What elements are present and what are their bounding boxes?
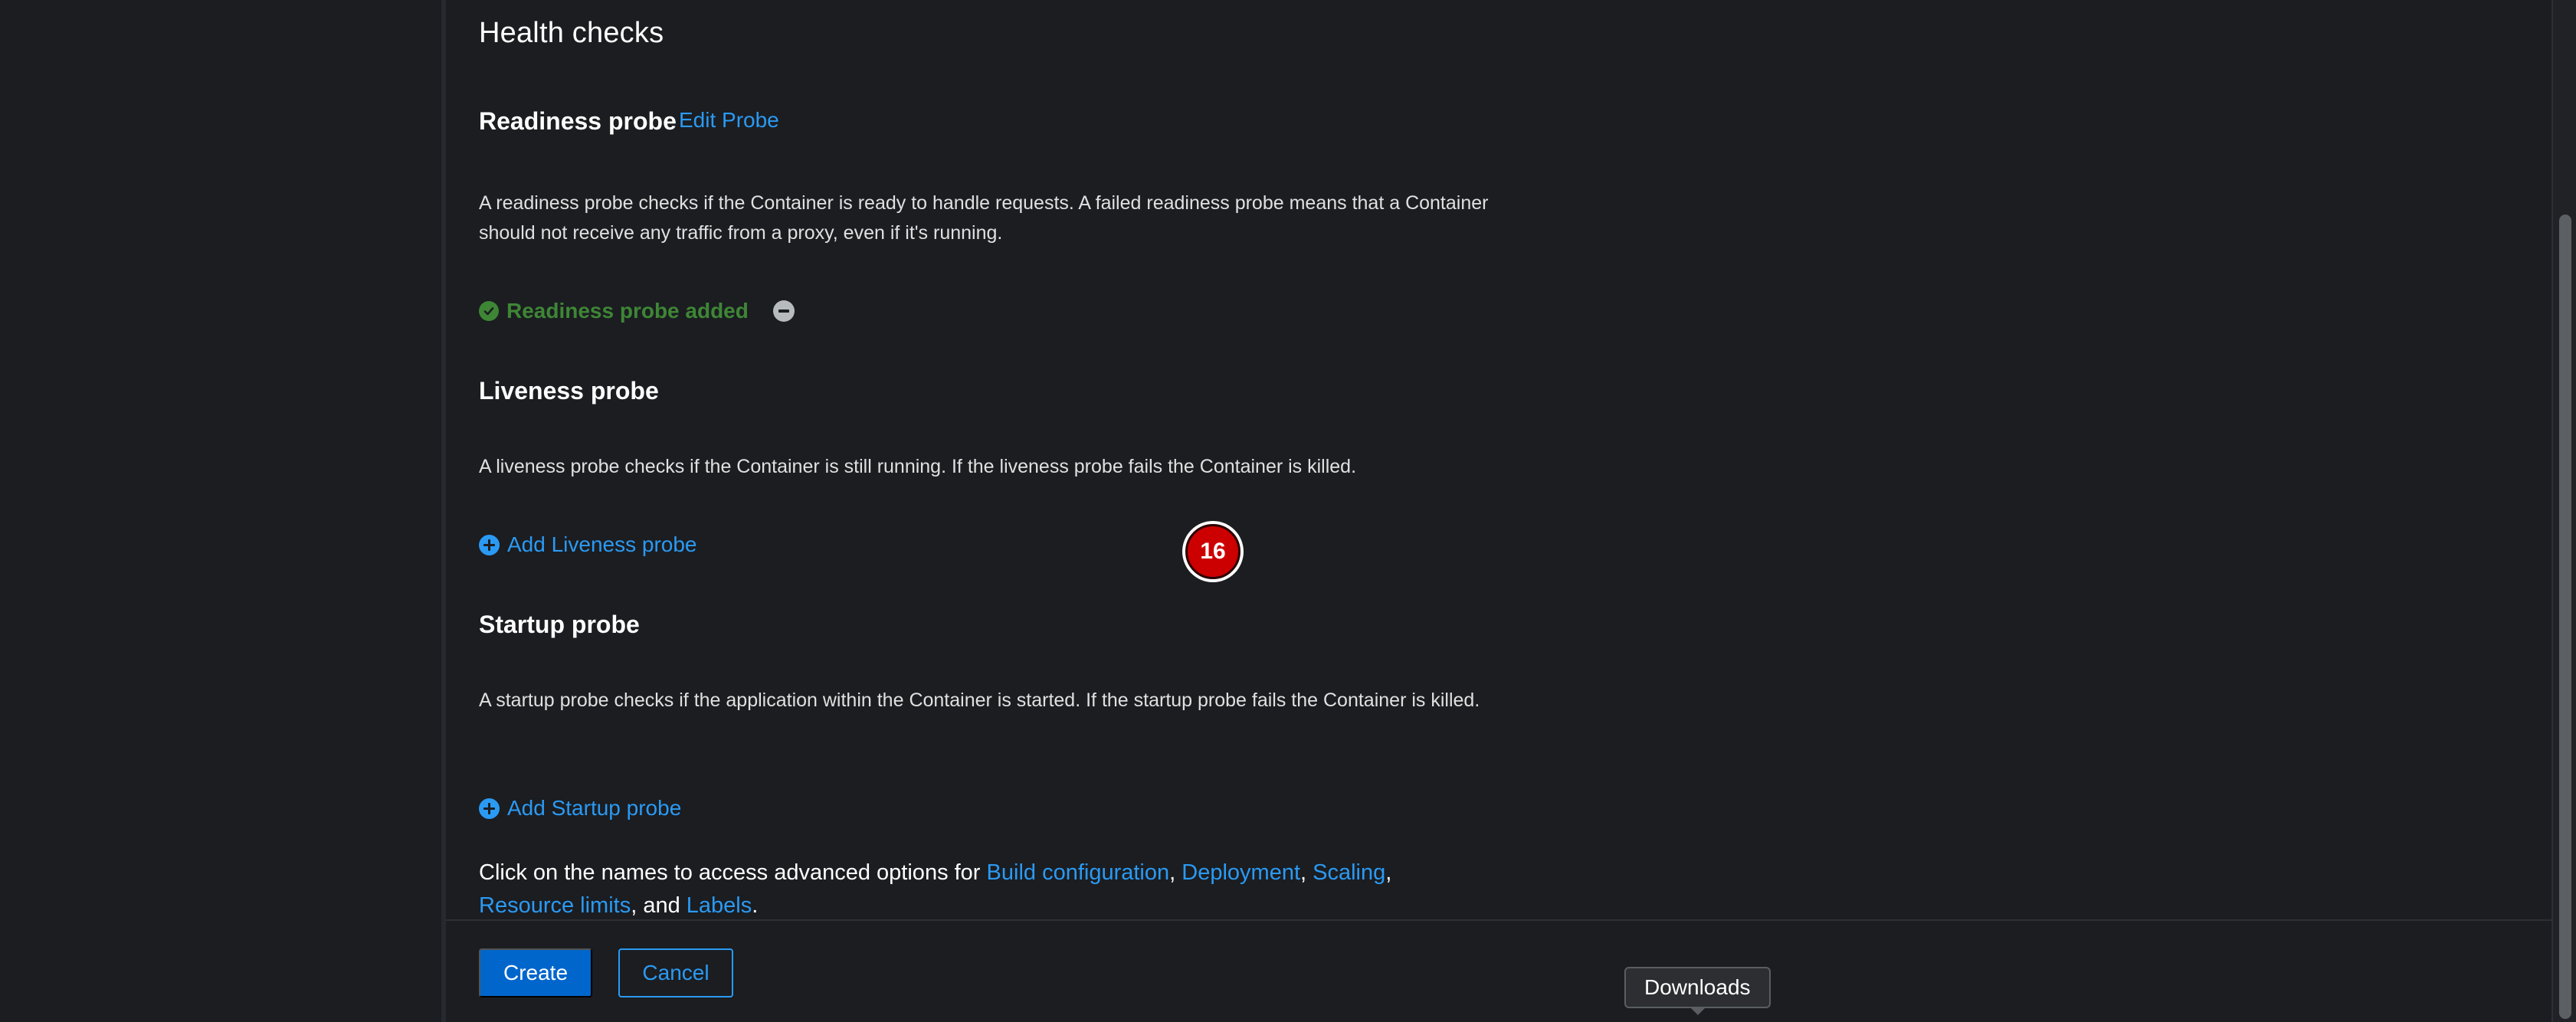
left-nav-gutter [0,0,441,1022]
liveness-probe-title: Liveness probe [479,377,659,405]
page: Health checks Readiness probe Edit Probe… [0,0,2576,1022]
readiness-probe-title: Readiness probe [479,107,677,135]
main-content: Health checks Readiness probe Edit Probe… [446,0,2551,1022]
scaling-link[interactable]: Scaling [1313,860,1385,885]
resource-limits-link[interactable]: Resource limits [479,893,631,918]
edit-probe-link[interactable]: Edit Probe [679,108,779,133]
separator: , and [631,893,687,918]
labels-link[interactable]: Labels [687,893,752,918]
tooltip-arrow [1690,1007,1706,1015]
separator: , [1385,860,1392,885]
startup-probe-description: A startup probe checks if the applicatio… [479,690,1480,711]
section-title: Health checks [479,17,664,49]
scrollbar-track[interactable] [2551,0,2576,1022]
cancel-button[interactable]: Cancel [618,948,733,997]
plus-circle-icon [479,798,500,819]
scrollbar-thumb[interactable] [2559,215,2571,1019]
add-liveness-probe-button[interactable]: Add Liveness probe [479,532,697,558]
check-circle-icon [479,301,499,321]
readiness-probe-added-text: Readiness probe added [506,299,749,323]
separator: , [1169,860,1176,885]
form-footer: Create Cancel [446,919,2551,1022]
step-badge: 16 [1182,521,1244,582]
readiness-probe-description: A readiness probe checks if the Containe… [479,192,1489,244]
downloads-tooltip: Downloads [1624,967,1771,1008]
add-startup-probe-button[interactable]: Add Startup probe [479,795,681,821]
advanced-options-suffix: . [752,893,759,918]
liveness-probe-description: A liveness probe checks if the Container… [479,456,1357,477]
advanced-options-text: Click on the names to access advanced op… [479,857,1490,922]
readiness-probe-status: Readiness probe added [479,299,795,323]
separator: , [1300,860,1307,885]
create-button[interactable]: Create [479,948,592,997]
remove-readiness-probe-icon[interactable] [772,300,795,322]
add-liveness-probe-label: Add Liveness probe [507,532,697,556]
build-configuration-link[interactable]: Build configuration [987,860,1170,885]
deployment-link[interactable]: Deployment [1181,860,1300,885]
startup-probe-title: Startup probe [479,611,640,638]
step-badge-number: 16 [1185,524,1240,579]
plus-circle-icon [479,534,500,555]
advanced-options-prefix: Click on the names to access advanced op… [479,860,987,885]
add-startup-probe-label: Add Startup probe [507,796,682,820]
